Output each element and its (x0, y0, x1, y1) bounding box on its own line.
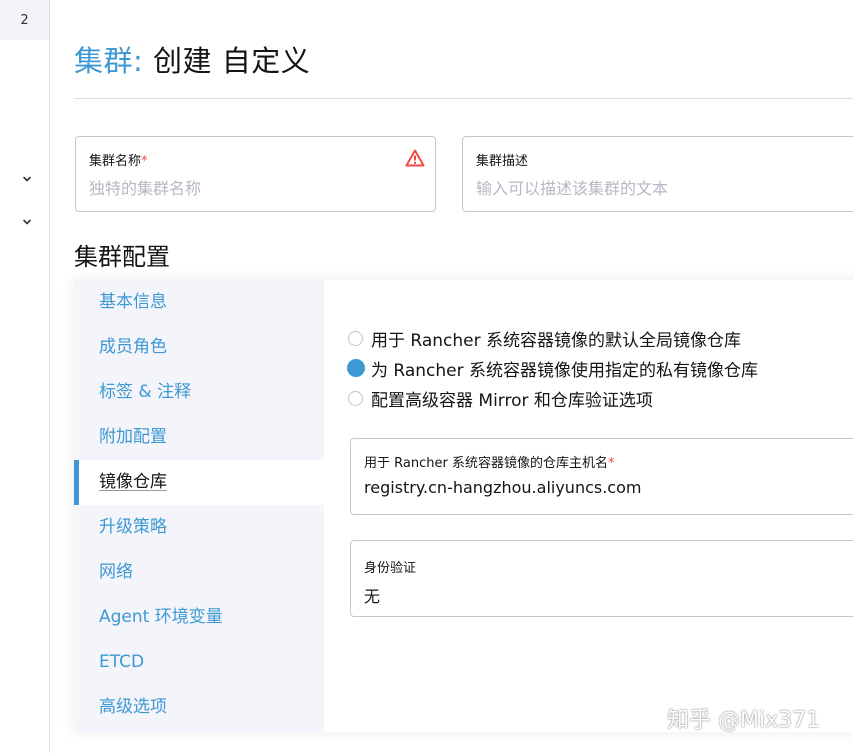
cluster-name-label: 集群名称* (89, 154, 148, 169)
page-title: 集群: 创建 自定义 (74, 38, 310, 80)
watermark: 知乎 @Mix371 (667, 708, 821, 733)
cluster-description-field[interactable]: 集群描述 输入可以描述该集群的文本 (462, 136, 853, 212)
cluster-name-input[interactable]: 独特的集群名称 (89, 175, 201, 199)
page-title-text: 创建 自定义 (143, 44, 311, 78)
registry-host-field[interactable]: 用于 Rancher 系统容器镜像的仓库主机名* registry.cn-han… (350, 438, 853, 515)
registry-host-input[interactable]: registry.cn-hangzhou.aliyuncs.com (364, 478, 641, 497)
rail-badge: 2 (0, 0, 49, 40)
nav-item-labels-annotations[interactable]: 标签 & 注释 (74, 370, 324, 415)
nav-item-upgrade-strategy[interactable]: 升级策略 (74, 505, 324, 550)
nav-item-additional-config[interactable]: 附加配置 (74, 415, 324, 460)
left-rail: 2 (0, 0, 50, 753)
cluster-description-label: 集群描述 (476, 154, 529, 169)
auth-select[interactable]: 无 (364, 583, 380, 607)
auth-field[interactable]: 身份验证 无 (350, 540, 853, 617)
radio-button-checked[interactable] (347, 359, 365, 377)
nav-item-member-roles[interactable]: 成员角色 (74, 325, 324, 370)
page-title-prefix[interactable]: 集群: (74, 44, 143, 78)
radio-label: 配置高级容器 Mirror 和仓库验证选项 (371, 390, 653, 411)
title-divider (74, 98, 853, 99)
cluster-config-title: 集群配置 (74, 243, 170, 271)
radio-default-registry[interactable]: 用于 Rancher 系统容器镜像的默认全局镜像仓库 (348, 327, 742, 351)
cluster-name-field[interactable]: 集群名称* 独特的集群名称 (75, 136, 436, 212)
auth-label: 身份验证 (364, 561, 417, 576)
nav-item-basic-info[interactable]: 基本信息 (74, 280, 324, 325)
nav-item-advanced[interactable]: 高级选项 (74, 685, 324, 730)
cluster-description-input[interactable]: 输入可以描述该集群的文本 (476, 175, 668, 199)
radio-private-registry[interactable]: 为 Rancher 系统容器镜像使用指定的私有镜像仓库 (347, 357, 759, 381)
radio-advanced-mirror[interactable]: 配置高级容器 Mirror 和仓库验证选项 (348, 387, 653, 411)
nav-item-networking[interactable]: 网络 (74, 550, 324, 595)
chevron-down-icon[interactable] (22, 174, 32, 184)
radio-label: 为 Rancher 系统容器镜像使用指定的私有镜像仓库 (371, 360, 759, 381)
radio-button[interactable] (348, 330, 363, 346)
config-side-nav: 基本信息 成员角色 标签 & 注释 附加配置 镜像仓库 升级策略 网络 Agen… (74, 280, 324, 732)
chevron-down-icon[interactable] (22, 217, 32, 227)
nav-item-etcd[interactable]: ETCD (74, 640, 324, 685)
registry-host-label: 用于 Rancher 系统容器镜像的仓库主机名* (364, 456, 615, 471)
required-mark: * (607, 456, 615, 471)
required-mark: * (141, 154, 148, 169)
radio-button[interactable] (348, 390, 363, 406)
warning-icon (405, 149, 425, 167)
nav-item-agent-env-vars[interactable]: Agent 环境变量 (74, 595, 324, 640)
nav-item-registry[interactable]: 镜像仓库 (74, 460, 324, 505)
radio-label: 用于 Rancher 系统容器镜像的默认全局镜像仓库 (371, 330, 742, 351)
